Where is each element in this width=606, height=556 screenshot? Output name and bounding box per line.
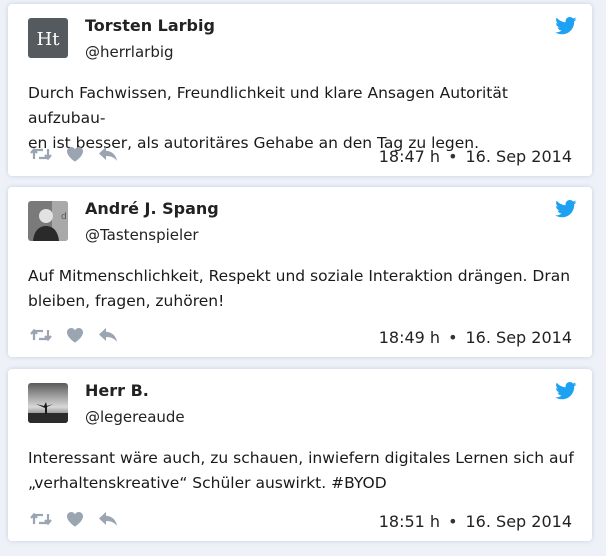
separator-dot: • [448,512,458,531]
avatar[interactable] [28,383,68,423]
tweet-text-line: Auf Mitmenschlichkeit, Respekt und sozia… [28,267,571,285]
author-name[interactable]: André J. Spang [85,199,219,218]
tweet-time: 18:51 h [378,512,441,531]
tweet-time: 18:47 h [378,147,441,166]
tweet-date: 16. Sep 2014 [465,147,573,166]
twitter-bird-icon[interactable] [555,200,577,218]
tweet-text-line: Interessant wäre auch, zu schauen, inwie… [28,449,574,467]
tweet-text-line: bleiben, fragen, zuhören! [28,292,225,310]
tweet-date: 16. Sep 2014 [465,328,573,347]
tweet-text-line: Durch Fachwissen, Freundlichkeit und kla… [28,84,508,127]
reply-icon[interactable] [98,146,118,162]
avatar[interactable]: Ht [28,18,68,58]
retweet-icon[interactable] [30,146,52,162]
tweet-time: 18:49 h [378,328,441,347]
tweet-timestamp[interactable]: 18:47 h • 16. Sep 2014 [379,147,572,166]
like-heart-icon[interactable] [66,511,84,527]
retweet-icon[interactable] [30,511,52,527]
twitter-bird-icon[interactable] [555,382,577,400]
reply-icon[interactable] [98,511,118,527]
tweet-card[interactable]: Ht Torsten Larbig @herrlarbig Durch Fach… [8,4,592,176]
author-name[interactable]: Torsten Larbig [85,16,215,35]
tweet-timestamp[interactable]: 18:49 h • 16. Sep 2014 [379,328,572,347]
author-handle[interactable]: @legereaude [85,408,185,426]
tweet-actions [30,144,118,164]
author-name[interactable]: Herr B. [85,381,149,400]
tweet-actions [30,325,118,345]
tweet-card[interactable]: Herr B. @legereaude Interessant wäre auc… [8,369,592,541]
author-handle[interactable]: @herrlarbig [85,43,174,61]
tweet-text-line: „verhaltenskreative“ Schüler auswirkt. #… [28,474,387,492]
reply-icon[interactable] [98,327,118,343]
twitter-bird-icon[interactable] [555,17,577,35]
tweet-timestamp[interactable]: 18:51 h • 16. Sep 2014 [379,512,572,531]
retweet-icon[interactable] [30,327,52,343]
separator-dot: • [448,147,458,166]
author-handle[interactable]: @Tastenspieler [85,226,199,244]
avatar[interactable]: d [28,201,68,241]
like-heart-icon[interactable] [66,327,84,343]
svg-text:d: d [61,212,67,222]
separator-dot: • [448,328,458,347]
tweet-card[interactable]: d André J. Spang @Tastenspieler Auf Mitm… [8,187,592,357]
tweet-text: Interessant wäre auch, zu schauen, inwie… [28,446,578,496]
tweet-text: Auf Mitmenschlichkeit, Respekt und sozia… [28,264,578,314]
tweet-date: 16. Sep 2014 [465,512,573,531]
avatar-monogram: Ht [37,29,61,50]
like-heart-icon[interactable] [66,146,84,162]
tweet-actions [30,509,118,529]
